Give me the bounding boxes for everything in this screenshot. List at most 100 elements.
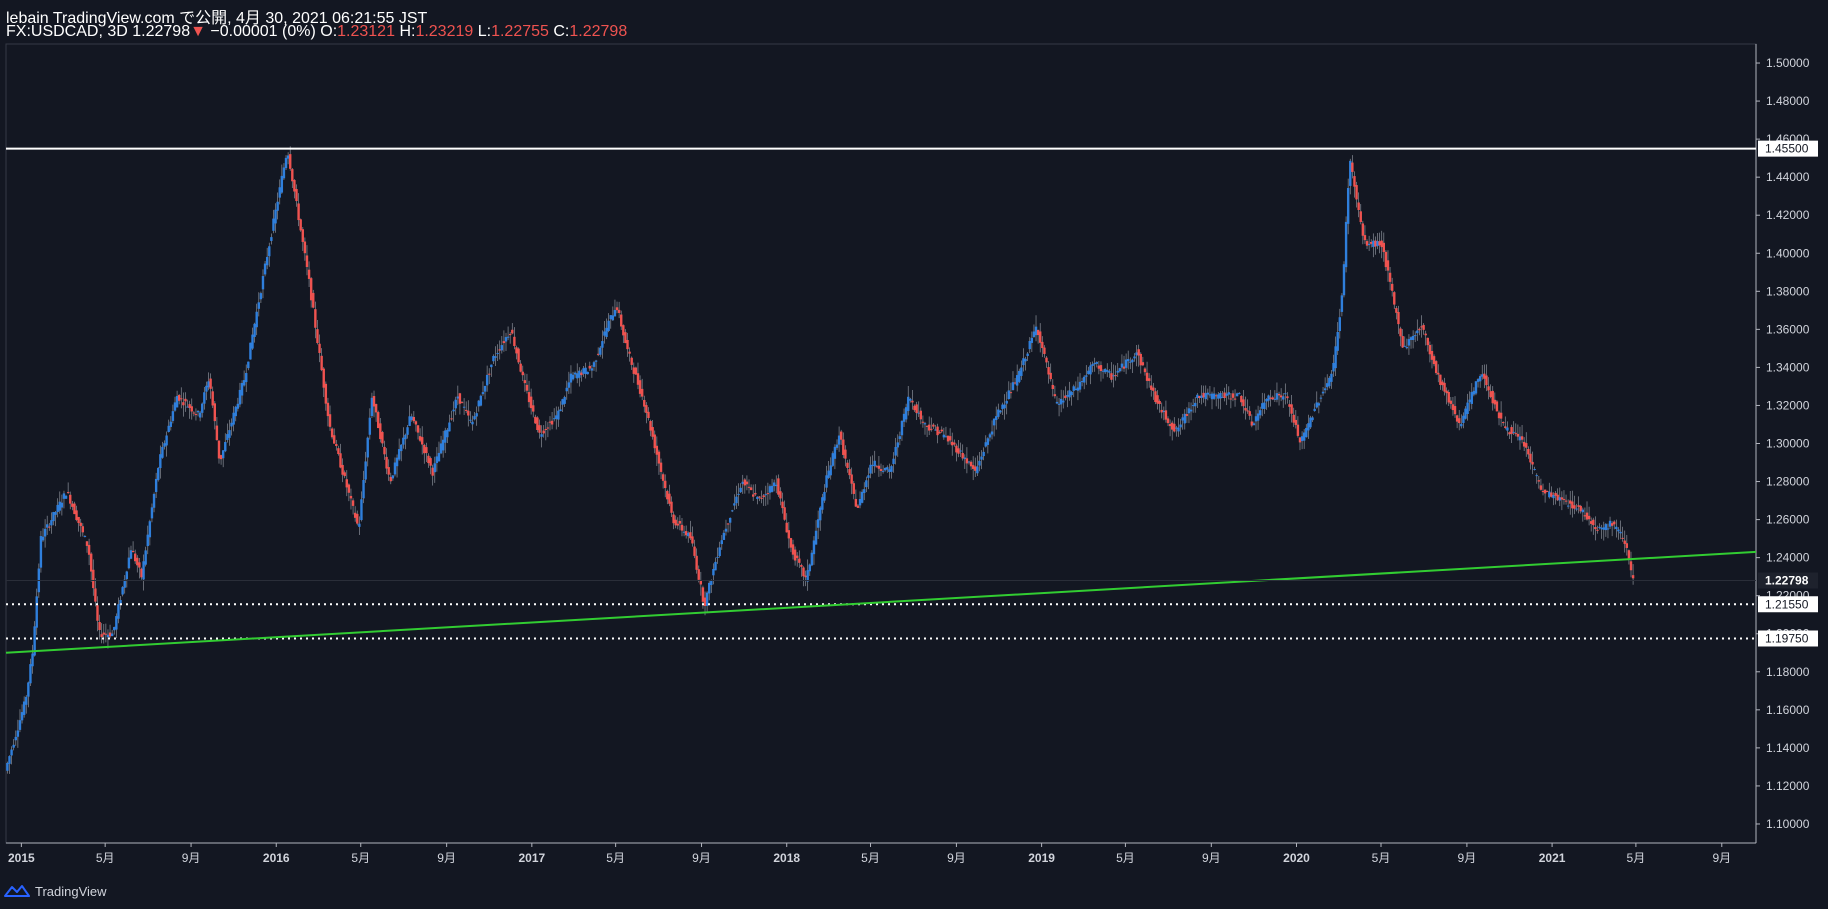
candle-down xyxy=(1516,433,1520,437)
candle-down xyxy=(1520,436,1524,440)
candle-down xyxy=(839,431,843,440)
candle-up xyxy=(454,399,457,409)
candle-down xyxy=(1298,437,1302,443)
candle-up xyxy=(881,470,885,472)
candle-down xyxy=(911,400,914,403)
candle-up xyxy=(242,380,246,386)
candle-up xyxy=(997,409,1000,417)
candle-down xyxy=(385,456,388,469)
candle-up xyxy=(439,443,443,454)
candle-up xyxy=(169,421,173,427)
candle-down xyxy=(48,526,51,528)
candle-up xyxy=(1003,404,1006,409)
candle-up xyxy=(1600,527,1603,530)
candle-up xyxy=(274,209,277,224)
time-tick-label: 2021 xyxy=(1539,851,1566,865)
candle-up xyxy=(198,412,202,418)
candle-up xyxy=(8,756,11,764)
candle-up xyxy=(722,532,726,540)
candle-down xyxy=(1537,480,1541,482)
candle-down xyxy=(335,443,338,447)
candle-down xyxy=(726,523,730,525)
candle-up xyxy=(475,413,478,417)
candle-down xyxy=(655,445,659,455)
candle-down xyxy=(1504,426,1507,428)
candle-up xyxy=(1367,243,1371,246)
candle-up xyxy=(563,397,566,404)
candle-down xyxy=(377,412,380,429)
candle-down xyxy=(1365,241,1369,246)
candle-up xyxy=(1258,410,1262,416)
candle-up xyxy=(404,434,407,440)
candle-up xyxy=(1300,436,1304,442)
candle-up xyxy=(1323,388,1327,391)
candle-up xyxy=(25,696,28,705)
candle-down xyxy=(1049,372,1052,380)
candle-down xyxy=(919,410,923,420)
candle-up xyxy=(46,524,49,528)
candle-up xyxy=(1076,387,1080,391)
candle-up xyxy=(883,467,887,471)
uptrend-line[interactable] xyxy=(5,550,1757,654)
candle-down xyxy=(913,405,916,411)
candle-down xyxy=(657,451,661,464)
candle-down xyxy=(1351,162,1354,172)
candle-down xyxy=(1051,384,1054,390)
candle-down xyxy=(697,569,700,580)
candle-up xyxy=(446,429,449,438)
candle-down xyxy=(1569,500,1572,504)
candle-down xyxy=(140,568,143,578)
candle-up xyxy=(115,616,118,630)
candle-up xyxy=(1403,345,1406,347)
candle-down xyxy=(651,427,654,437)
candle-down xyxy=(418,436,422,441)
candle-up xyxy=(561,399,564,405)
candle-up xyxy=(171,411,175,421)
candle-down xyxy=(1497,412,1501,419)
candle-down xyxy=(326,402,330,417)
candle-down xyxy=(1036,329,1040,336)
candle-down xyxy=(303,241,307,254)
candle-up xyxy=(165,435,168,446)
price-chart[interactable]: 1.100001.120001.140001.160001.180001.200… xyxy=(0,0,1828,870)
candle-up xyxy=(1112,375,1115,377)
candle-down xyxy=(951,441,954,446)
price-tick-label: 1.42000 xyxy=(1766,208,1810,222)
candle-down xyxy=(1560,497,1564,500)
candle-up xyxy=(963,457,966,460)
footer-brand-text: TradingView xyxy=(35,883,107,899)
candle-down xyxy=(634,367,638,375)
candle-down xyxy=(743,479,747,486)
candle-down xyxy=(1288,404,1291,407)
candle-down xyxy=(322,368,325,388)
candle-down xyxy=(1399,328,1402,337)
candle-down xyxy=(684,531,688,536)
candle-down xyxy=(1556,494,1559,501)
candle-up xyxy=(196,410,200,413)
candle-down xyxy=(379,423,382,440)
candle-up xyxy=(904,407,908,420)
time-tick-label: 9月 xyxy=(1458,851,1477,865)
candle-up xyxy=(988,434,992,438)
candle-up xyxy=(1405,347,1409,349)
candle-down xyxy=(1214,395,1218,397)
candle-down xyxy=(316,329,319,344)
candle-up xyxy=(1181,417,1184,421)
candle-up xyxy=(1194,402,1197,407)
price-tick-label: 1.36000 xyxy=(1766,322,1810,336)
candle-up xyxy=(368,417,372,435)
candle-down xyxy=(932,424,935,427)
candle-down xyxy=(796,555,799,558)
candle-down xyxy=(79,522,82,527)
candle-down xyxy=(1579,505,1582,512)
candle-up xyxy=(1416,330,1419,334)
candle-up xyxy=(127,557,131,569)
candle-up xyxy=(1414,335,1417,337)
candle-down xyxy=(548,421,552,423)
candle-down xyxy=(1432,356,1436,365)
candle-down xyxy=(460,402,464,404)
candle-down xyxy=(921,421,925,423)
candle-down xyxy=(1585,512,1589,520)
candle-down xyxy=(856,505,860,508)
candle-down xyxy=(536,417,539,431)
